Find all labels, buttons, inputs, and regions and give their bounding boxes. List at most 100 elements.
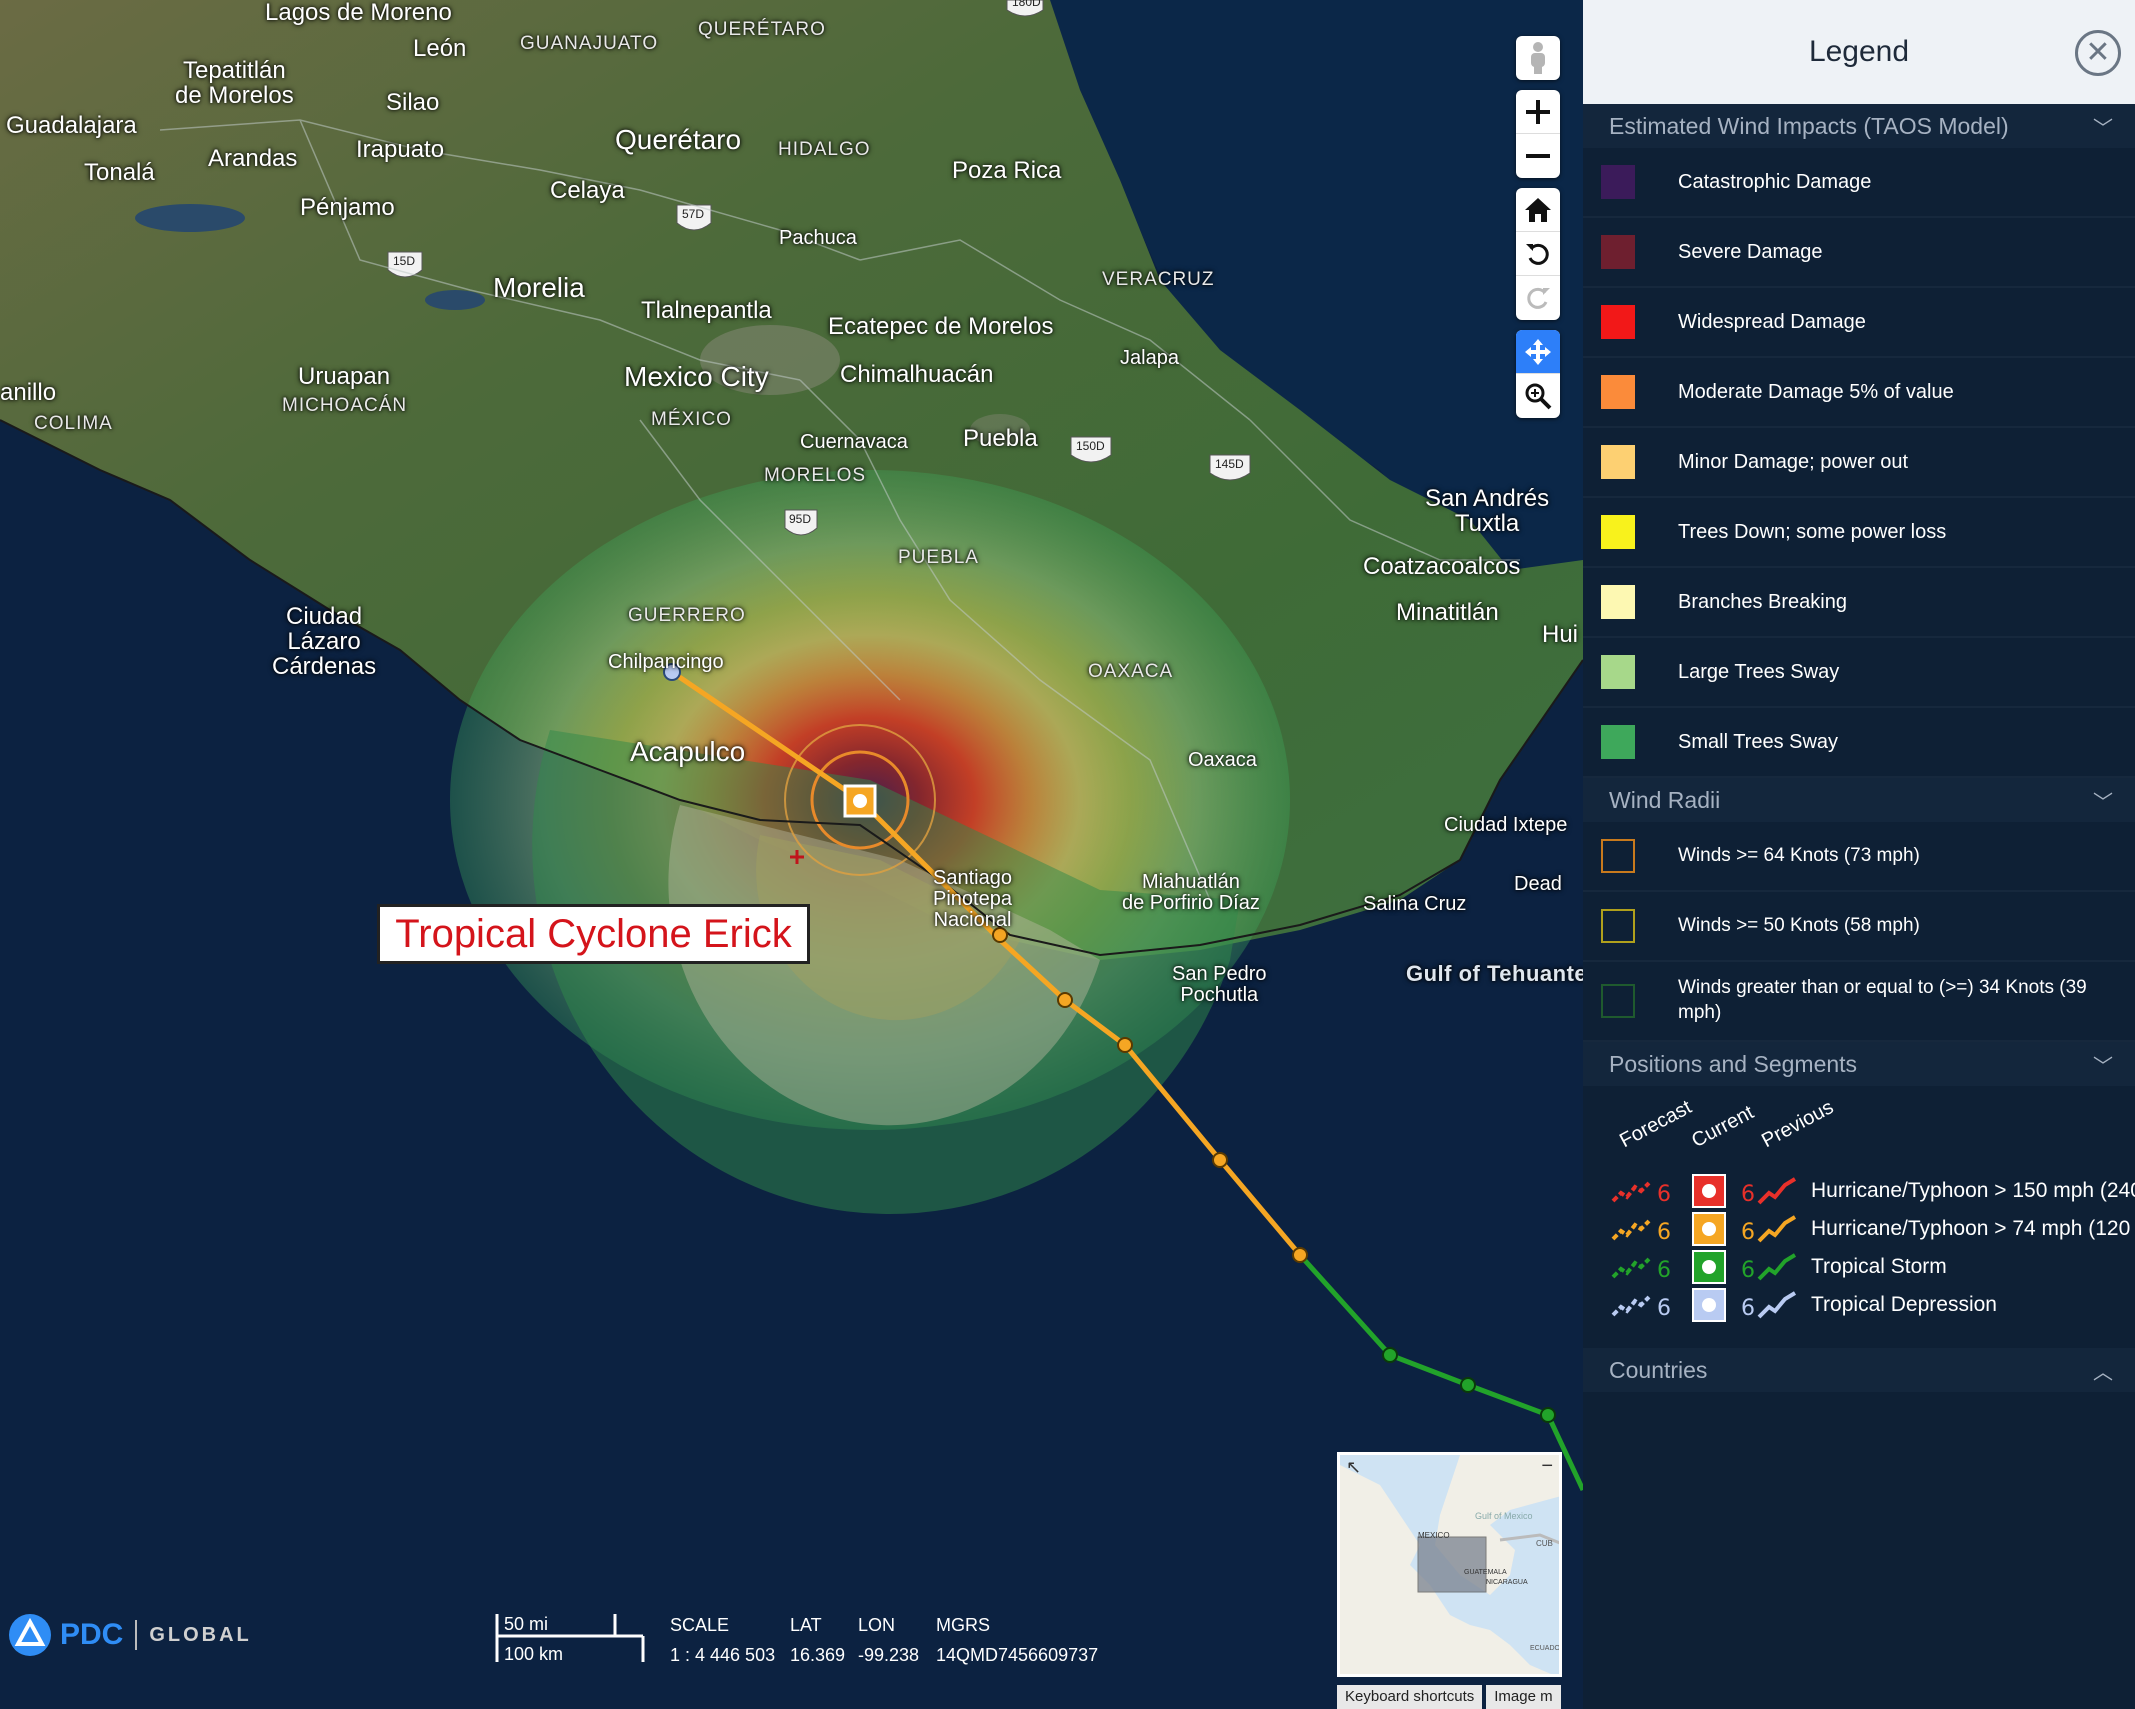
svg-text:6: 6: [1657, 1296, 1671, 1321]
place-puebla-state: PUEBLA: [898, 547, 979, 568]
legend-swatch: [1601, 725, 1635, 759]
legend-item-wind-impact: Small Trees Sway: [1583, 708, 2135, 778]
highway-shield-95d: 95D: [789, 512, 812, 526]
home-icon[interactable]: [1516, 188, 1560, 232]
place-queretaro-city: Querétaro: [615, 124, 742, 155]
chevron-down-icon: ﹀: [2093, 791, 2113, 814]
highway-shield-150d: 150D: [1076, 439, 1105, 453]
zoom-box-icon[interactable]: [1516, 374, 1560, 418]
section-header-wind-impacts[interactable]: Estimated Wind Impacts (TAOS Model) ﹀: [1583, 104, 2135, 148]
legend-item-wind-impact: Moderate Damage 5% of value: [1583, 358, 2135, 428]
legend-item-label: Hurricane/Typhoon > 74 mph (120: [1811, 1217, 2131, 1240]
legend-item-wind-impact: Large Trees Sway: [1583, 638, 2135, 708]
place-pachuca: Pachuca: [779, 227, 857, 249]
place-silao: Silao: [386, 89, 440, 116]
place-ciudad-ixtepec: Ciudad Ixtepe: [1444, 814, 1568, 836]
section-header-countries[interactable]: Countries ︿: [1583, 1348, 2135, 1392]
map-attribution: Keyboard shortcuts Image m: [1337, 1685, 1561, 1709]
overview-label-nicaragua: NICARAGUA: [1486, 1579, 1528, 1586]
place-gulf-tehuantepec: Gulf of Tehuante: [1406, 961, 1583, 986]
legend-swatch: [1601, 909, 1635, 943]
legend-swatch: [1601, 515, 1635, 549]
rotate-left-icon[interactable]: [1516, 232, 1560, 276]
legend-item-label: Moderate Damage 5% of value: [1678, 381, 1954, 403]
legend-item-label: Widespread Damage: [1678, 311, 1866, 333]
rotate-right-icon[interactable]: [1516, 276, 1560, 320]
zoom-in-icon[interactable]: [1516, 90, 1560, 134]
map-canvas[interactable]: Lagos de Moreno QUERÉTARO Tepatitlán de …: [0, 0, 1583, 1709]
legend-item-wind-impact: Widespread Damage: [1583, 288, 2135, 358]
collapse-overview-icon[interactable]: −: [1541, 1455, 1553, 1478]
highway-shield-57d: 57D: [682, 207, 705, 221]
section-header-positions[interactable]: Positions and Segments ﹀: [1583, 1042, 2135, 1086]
keyboard-shortcuts-link[interactable]: Keyboard shortcuts: [1337, 1685, 1483, 1709]
lon-readout: LON -99.238: [858, 1612, 919, 1672]
legend-title: Legend: [1808, 35, 1910, 68]
overview-label-gulf: Gulf of Mexico: [1475, 1511, 1533, 1521]
header-current: Current: [1688, 1101, 1758, 1153]
legend-item-wind-radius: Winds >= 50 Knots (58 mph): [1583, 892, 2135, 962]
legend-item-wind-impact: Branches Breaking: [1583, 568, 2135, 638]
svg-text:6: 6: [1741, 1258, 1755, 1283]
place-veracruz: VERACRUZ: [1102, 269, 1215, 290]
place-tonala: Tonalá: [84, 159, 155, 186]
place-tlalnepantla: Tlalnepantla: [641, 297, 772, 324]
expand-overview-icon[interactable]: ↖: [1346, 1457, 1361, 1478]
scale-kilometers: 100 km: [504, 1644, 564, 1664]
chevron-up-icon: ︿: [2093, 1361, 2113, 1384]
legend-item-label: Tropical Depression: [1811, 1293, 1997, 1316]
scale-bar: 50 mi 100 km: [495, 1612, 645, 1664]
legend-swatch: [1601, 839, 1635, 873]
legend-panel: Legend ✕ Estimated Wind Impacts (TAOS Mo…: [1583, 0, 2135, 1709]
scale-readout: SCALE 1 : 4 446 503: [670, 1612, 775, 1672]
lon-label: LON: [858, 1615, 896, 1635]
place-miahuatlan: Miahuatlán de Porfirio Díaz: [1122, 871, 1260, 914]
place-lagos-de-moreno: Lagos de Moreno: [265, 0, 452, 26]
place-irapuato: Irapuato: [356, 136, 445, 163]
legend-swatch: [1601, 445, 1635, 479]
place-morelos: MORELOS: [764, 465, 867, 486]
legend-item-label: Winds greater than or equal to (>=) 34 K…: [1678, 977, 2087, 1023]
forecast-track-icon: 6: [1611, 1257, 1671, 1283]
section-title-wind-radii: Wind Radii: [1609, 786, 1721, 813]
place-chilpancingo: Chilpancingo: [608, 651, 724, 673]
overview-map[interactable]: Gulf of Mexico MEXICO CUB GUATEMALA NICA…: [1337, 1452, 1562, 1677]
lon-value: -99.238: [858, 1645, 920, 1665]
pdc-logo-icon: [9, 1614, 51, 1656]
lat-readout: LAT 16.369: [790, 1612, 845, 1672]
wind-impacts-list: Catastrophic Damage Severe Damage Widespre…: [1583, 148, 2135, 778]
place-ecatepec: Ecatepec de Morelos: [828, 313, 1054, 340]
close-icon[interactable]: ✕: [2075, 30, 2121, 76]
pdc-global-logo[interactable]: PDC GLOBAL: [8, 1610, 252, 1660]
place-chimalhuacan: Chimalhuacán: [840, 361, 994, 388]
mgrs-label: MGRS: [936, 1615, 990, 1635]
lat-value: 16.369: [790, 1645, 846, 1665]
map-toolbar: [1516, 36, 1560, 428]
current-position-icon: [1692, 1250, 1726, 1284]
positions-segments-legend: Forecast Current Previous 6 6 Hurricane/Ty…: [1583, 1086, 2135, 1348]
legend-item-wind-impact: Severe Damage: [1583, 218, 2135, 288]
overview-label-mexico: MEXICO: [1418, 1531, 1450, 1540]
place-coatzacoalcos: Coatzacoalcos: [1363, 553, 1521, 580]
zoom-out-icon[interactable]: [1516, 134, 1560, 178]
pan-icon[interactable]: [1516, 330, 1560, 374]
place-guerrero: GUERRERO: [628, 605, 746, 626]
place-salina-cruz: Salina Cruz: [1363, 893, 1467, 915]
section-header-wind-radii[interactable]: Wind Radii ﹀: [1583, 778, 2135, 822]
imagery-attribution-link[interactable]: Image m: [1486, 1685, 1561, 1709]
header-previous: Previous: [1758, 1096, 1838, 1153]
current-position-icon: [1692, 1288, 1726, 1322]
forecast-track-icon: 6: [1611, 1181, 1671, 1207]
place-guadalajara: Guadalajara: [6, 112, 137, 139]
street-view-icon[interactable]: [1516, 36, 1560, 80]
place-minatitlan: Minatitlán: [1396, 599, 1499, 626]
place-michoacan: MICHOACÁN: [282, 395, 408, 416]
legend-item-label: Branches Breaking: [1678, 591, 1847, 613]
place-morelia: Morelia: [493, 272, 585, 303]
legend-item-wind-impact: Catastrophic Damage: [1583, 148, 2135, 218]
legend-item-label: Winds >= 50 Knots (58 mph): [1678, 914, 1920, 936]
place-poza-rica: Poza Rica: [952, 157, 1062, 184]
mgrs-value: 14QMD7456609737: [936, 1645, 1099, 1665]
overview-label-ecuador: ECUADO: [1530, 1645, 1560, 1652]
place-uruapan: Uruapan: [298, 363, 391, 390]
